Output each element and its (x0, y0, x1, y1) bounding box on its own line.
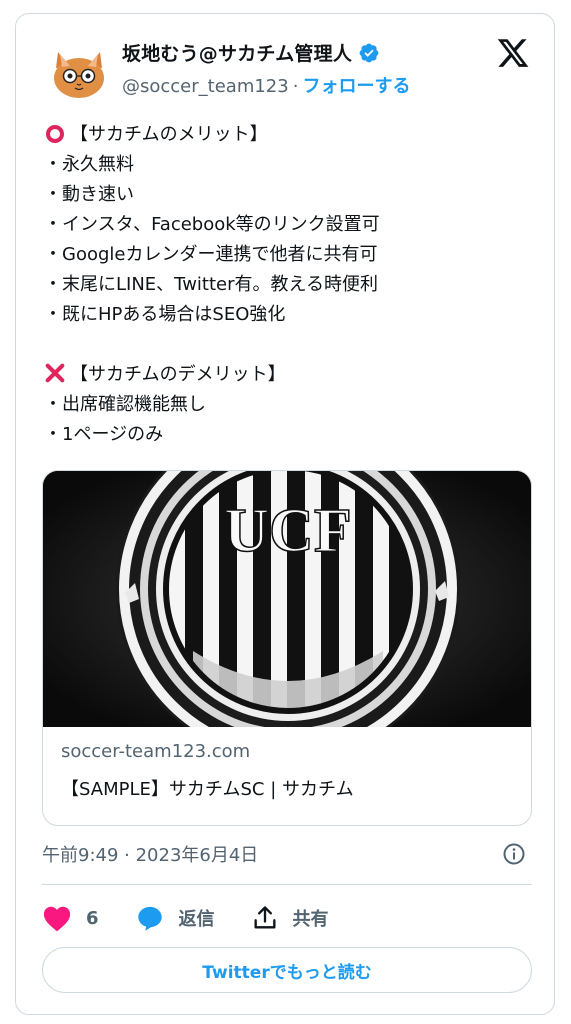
merit-item: ・既にHPある場合はSEO強化 (44, 304, 286, 325)
info-icon[interactable] (502, 842, 526, 866)
read-more-button[interactable]: Twitterでもっと読む (42, 947, 532, 993)
link-title[interactable]: 【SAMPLE】サカチムSC | サカチム (61, 775, 513, 801)
author-handle-row: @soccer_team123 · フォローする (122, 72, 410, 98)
share-label: 共有 (292, 909, 329, 930)
author-avatar[interactable] (48, 38, 110, 100)
author-handle[interactable]: @soccer_team123 (122, 76, 289, 97)
handle-separator: · (292, 76, 299, 97)
tweet-embed-card: 坂地むう@サカチム管理人 @soccer_team123 · フォローする 【サカチ… (15, 13, 555, 1015)
like-count: 6 (86, 907, 99, 929)
action-bar: 6 返信 共有 (42, 898, 365, 938)
demerit-item: ・出席確認機能無し (44, 394, 206, 415)
heart-icon (43, 906, 71, 932)
share-upload-icon (254, 906, 276, 929)
link-preview-card[interactable]: UCF soccer-team123.com 【SAMPLE】サカチムSC | … (42, 470, 532, 826)
link-domain[interactable]: soccer-team123.com (61, 741, 513, 767)
tweet-text: 【サカチムのメリット】 ・永久無料 ・動き速い ・インスタ、Facebook等の… (44, 120, 544, 450)
red-cross-icon (45, 363, 65, 383)
merit-item: ・動き速い (44, 184, 134, 205)
reply-bubble-icon (137, 906, 162, 931)
demerit-heading-line: 【サカチムのデメリット】 (44, 360, 544, 390)
author-display-name[interactable]: 坂地むう@サカチム管理人 (122, 39, 352, 66)
reply-label: 返信 (178, 909, 215, 930)
merit-heading-line: 【サカチムのメリット】 (44, 120, 544, 150)
link-preview-image[interactable]: UCF (43, 471, 531, 727)
demerit-item: ・1ページのみ (44, 424, 164, 445)
author-name-row[interactable]: 坂地むう@サカチム管理人 (122, 39, 380, 66)
merit-item: ・末尾にLINE、Twitter有。教える時便利 (44, 274, 378, 295)
demerit-heading: 【サカチムのデメリット】 (70, 364, 286, 385)
link-preview-meta[interactable]: soccer-team123.com 【SAMPLE】サカチムSC | サカチム (43, 727, 531, 815)
reply-button[interactable]: 返信 (135, 904, 215, 932)
like-button[interactable]: 6 (42, 904, 99, 932)
red-circle-icon (46, 125, 64, 143)
follow-link[interactable]: フォローする (302, 76, 410, 97)
merit-item: ・インスタ、Facebook等のリンク設置可 (44, 214, 380, 235)
crest-lettering: UCF (224, 497, 351, 565)
merit-item: ・永久無料 (44, 154, 134, 175)
divider (42, 884, 532, 885)
verified-badge-icon (359, 43, 379, 62)
merit-heading: 【サカチムのメリット】 (70, 124, 268, 145)
share-button[interactable]: 共有 (251, 904, 329, 932)
merit-item: ・Googleカレンダー連携で他者に共有可 (44, 244, 378, 265)
cat-avatar-icon (48, 38, 110, 100)
tweet-timestamp[interactable]: 午前9:49 · 2023年6月4日 (42, 841, 258, 867)
x-logo-icon[interactable] (496, 36, 530, 70)
club-crest-image: UCF (43, 471, 531, 727)
